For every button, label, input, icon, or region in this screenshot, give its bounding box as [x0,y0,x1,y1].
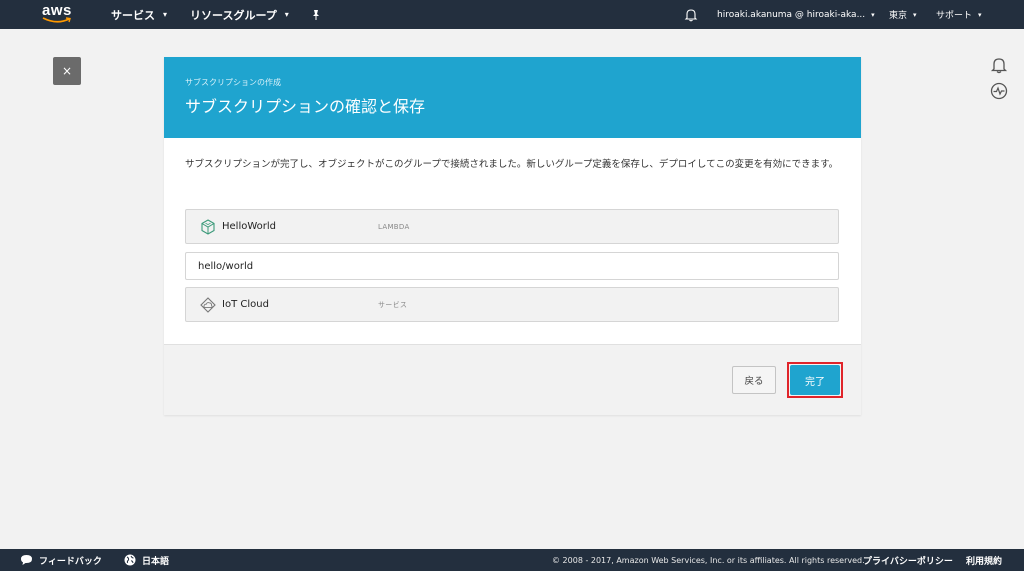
terms-link[interactable]: 利用規約 [966,549,1002,571]
account-menu-label: hiroaki.akanuma @ hiroaki-aka... [717,9,866,20]
resource-groups-menu-label: リソースグループ [190,8,277,22]
privacy-policy-link[interactable]: プライバシーポリシー [863,549,953,571]
iot-cloud-icon [200,297,216,313]
copyright-text: © 2008 - 2017, Amazon Web Services, Inc.… [552,555,865,565]
card-footer: 戻る 完了 [164,344,861,415]
source-name: HelloWorld [222,221,277,232]
feedback-label: フィードバック [39,556,102,567]
source-row: HelloWorld LAMBDA [185,209,839,244]
page-title: サブスクリプションの確認と保存 [185,97,426,116]
chevron-down-icon: ▾ [913,10,917,19]
close-button[interactable]: × [53,57,81,85]
health-pulse-icon [990,82,1008,100]
side-health-button[interactable] [990,82,1008,100]
feedback-link[interactable]: フィードバック [20,549,102,571]
pin-icon [313,9,319,20]
side-notifications-button[interactable] [990,56,1008,74]
chevron-down-icon: ▾ [871,10,875,19]
speech-bubble-icon [21,555,32,565]
target-row: IoT Cloud サービス [185,287,839,322]
lambda-cube-icon [201,219,215,235]
topic-filter-value: hello/world [198,260,254,272]
breadcrumb: サブスクリプションの作成 [185,78,281,87]
pin-button[interactable] [310,0,322,29]
source-type: LAMBDA [378,222,410,231]
close-icon: × [61,64,73,78]
region-menu-label: 東京 [889,11,908,21]
region-menu[interactable]: 東京 ▾ [889,0,917,29]
globe-icon [124,554,136,566]
top-navigation-bar: aws サービス ▾ リソースグループ ▾ hiroaki.akanuma @ … [0,0,1024,29]
card-header: サブスクリプションの作成 サブスクリプションの確認と保存 [164,57,861,138]
back-button[interactable]: 戻る [732,366,776,394]
chevron-down-icon: ▾ [284,10,289,19]
chevron-down-icon: ▾ [163,10,168,19]
description-text: サブスクリプションが完了し、オブジェクトがこのグループで接続されました。新しいグ… [185,159,839,170]
support-menu[interactable]: サポート ▾ [936,0,982,29]
language-label: 日本語 [142,556,170,567]
chevron-down-icon: ▾ [978,10,982,19]
target-name: IoT Cloud [222,299,269,310]
services-menu-label: サービス [111,8,155,22]
account-menu[interactable]: hiroaki.akanuma @ hiroaki-aka... ▾ [717,0,875,29]
bell-icon [684,8,698,21]
done-button[interactable]: 完了 [790,365,840,395]
target-type: サービス [378,300,408,309]
bell-icon [990,58,1008,74]
language-selector[interactable]: 日本語 [124,549,169,571]
topic-row: hello/world [185,252,839,280]
page-footer: フィードバック 日本語 © 2008 - 2017, Amazon Web Se… [0,549,1024,571]
services-menu[interactable]: サービス ▾ [111,0,167,29]
aws-logo-text: aws [42,2,72,19]
resource-groups-menu[interactable]: リソースグループ ▾ [190,0,289,29]
notifications-button[interactable] [684,0,698,29]
subscription-review-card: サブスクリプションの作成 サブスクリプションの確認と保存 サブスクリプションが完… [164,57,861,415]
support-menu-label: サポート [936,11,973,21]
aws-logo[interactable]: aws [42,3,76,25]
